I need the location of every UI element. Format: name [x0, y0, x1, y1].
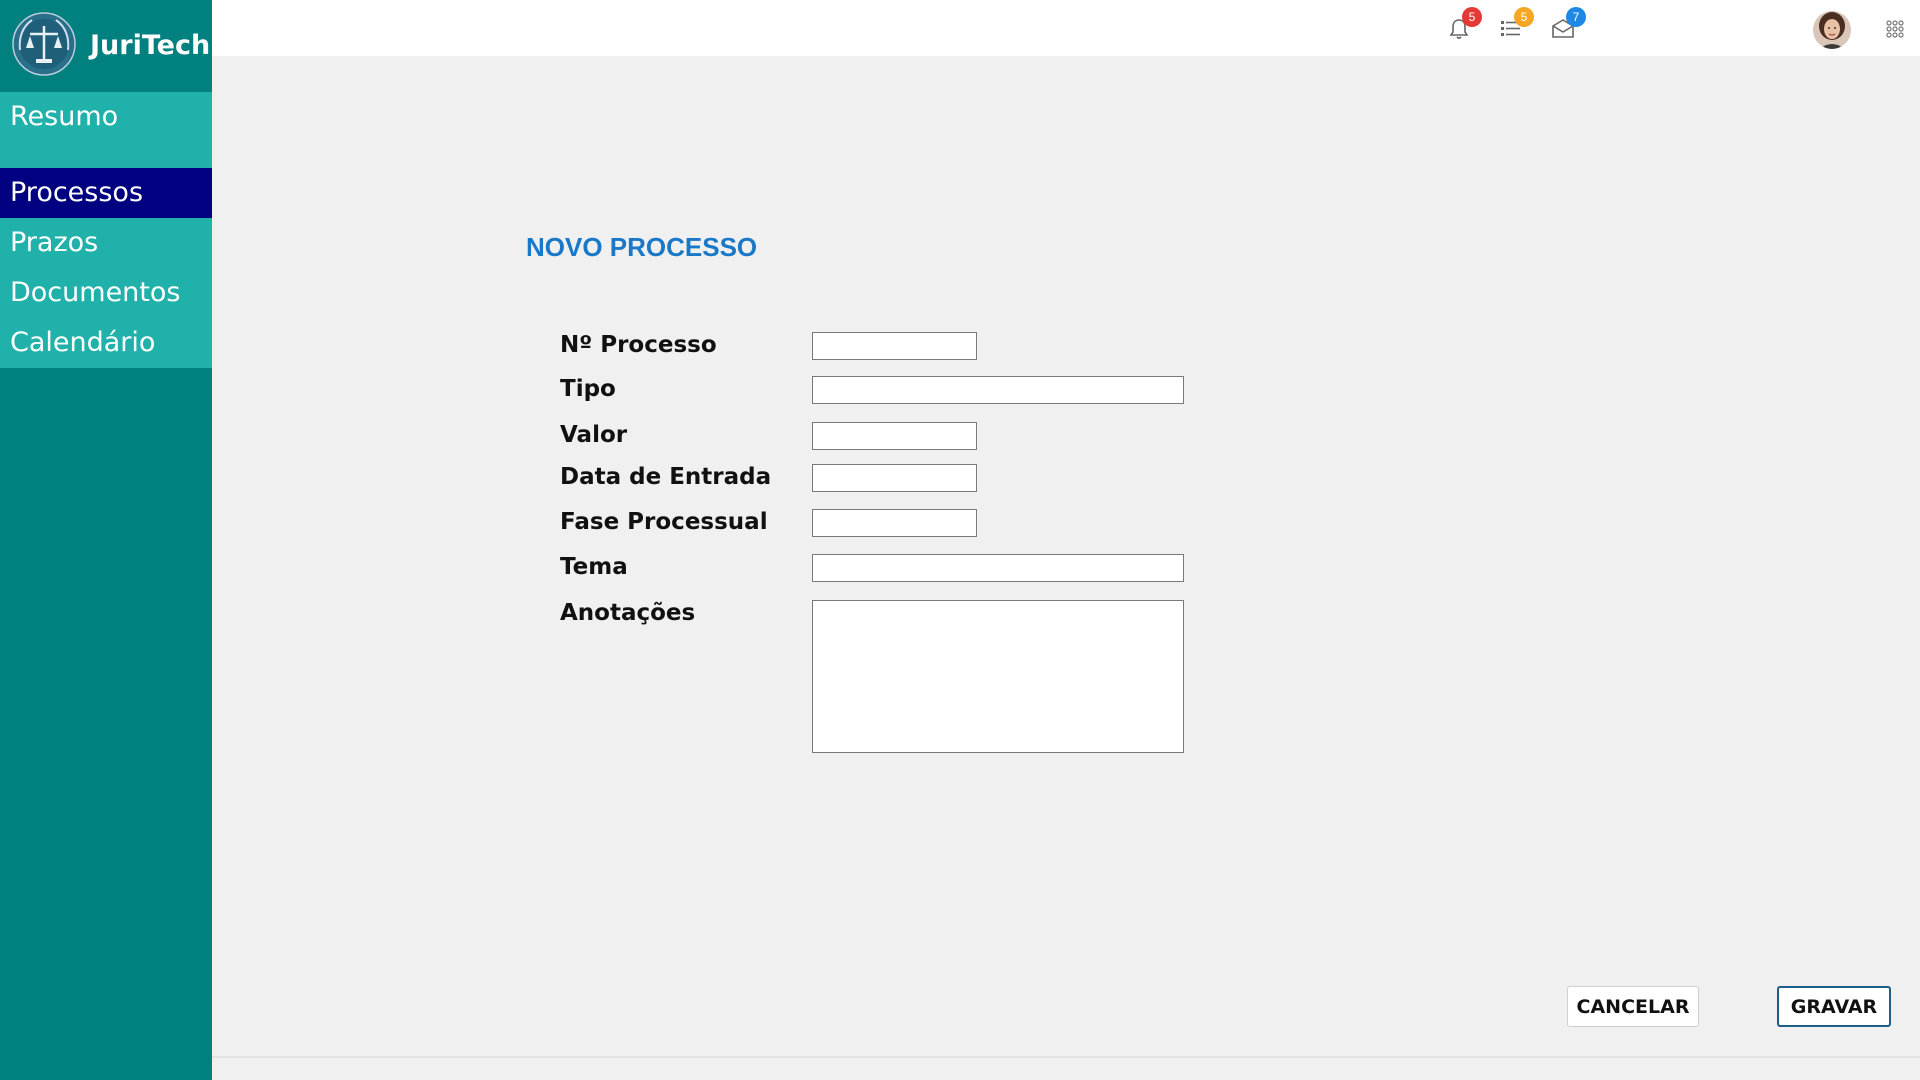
- messages-button[interactable]: 7: [1550, 7, 1586, 42]
- sidebar-item-processos[interactable]: Processos: [0, 168, 212, 218]
- user-avatar-icon: [1813, 11, 1851, 49]
- data-entrada-input[interactable]: [812, 464, 977, 492]
- notifications-badge: 5: [1462, 7, 1482, 27]
- numero-processo-input[interactable]: [812, 332, 977, 360]
- data-entrada-label: Data de Entrada: [560, 464, 772, 490]
- sidebar-item-resumo[interactable]: Resumo: [0, 92, 212, 141]
- tema-label: Tema: [560, 554, 628, 580]
- tasks-badge: 5: [1514, 7, 1534, 27]
- sidebar-item-calendario[interactable]: Calendário: [0, 318, 212, 368]
- anotacoes-textarea[interactable]: [812, 600, 1184, 753]
- cancel-button[interactable]: CANCELAR: [1567, 986, 1699, 1027]
- anotacoes-label: Anotações: [560, 600, 696, 626]
- valor-label: Valor: [560, 422, 628, 448]
- notifications-button[interactable]: 5: [1446, 7, 1482, 42]
- page-title: NOVO PROCESSO: [526, 232, 758, 262]
- sidebar-spacer: [0, 141, 212, 168]
- scales-of-justice-icon: [12, 12, 76, 76]
- user-avatar[interactable]: [1813, 11, 1851, 49]
- messages-badge: 7: [1566, 7, 1586, 27]
- tema-input[interactable]: [812, 554, 1184, 582]
- sidebar-item-documentos[interactable]: Documentos: [0, 268, 212, 318]
- save-button[interactable]: GRAVAR: [1777, 986, 1891, 1027]
- tasks-button[interactable]: 5: [1498, 7, 1534, 42]
- sidebar-item-prazos[interactable]: Prazos: [0, 218, 212, 268]
- fase-processual-input[interactable]: [812, 509, 977, 537]
- apps-grid-icon: [1886, 20, 1904, 38]
- numero-processo-label: Nº Processo: [560, 332, 717, 358]
- brand-name: JuriTech: [90, 30, 211, 61]
- sidebar: JuriTech Resumo Processos Prazos Documen…: [0, 0, 212, 1080]
- tipo-label: Tipo: [560, 376, 616, 402]
- apps-menu-button[interactable]: [1884, 18, 1910, 44]
- top-bar: 5 5 7: [212, 0, 1920, 56]
- fase-processual-label: Fase Processual: [560, 509, 768, 535]
- tipo-input[interactable]: [812, 376, 1184, 404]
- footer-divider: [212, 1056, 1920, 1058]
- valor-input[interactable]: [812, 422, 977, 450]
- brand[interactable]: JuriTech: [0, 0, 212, 92]
